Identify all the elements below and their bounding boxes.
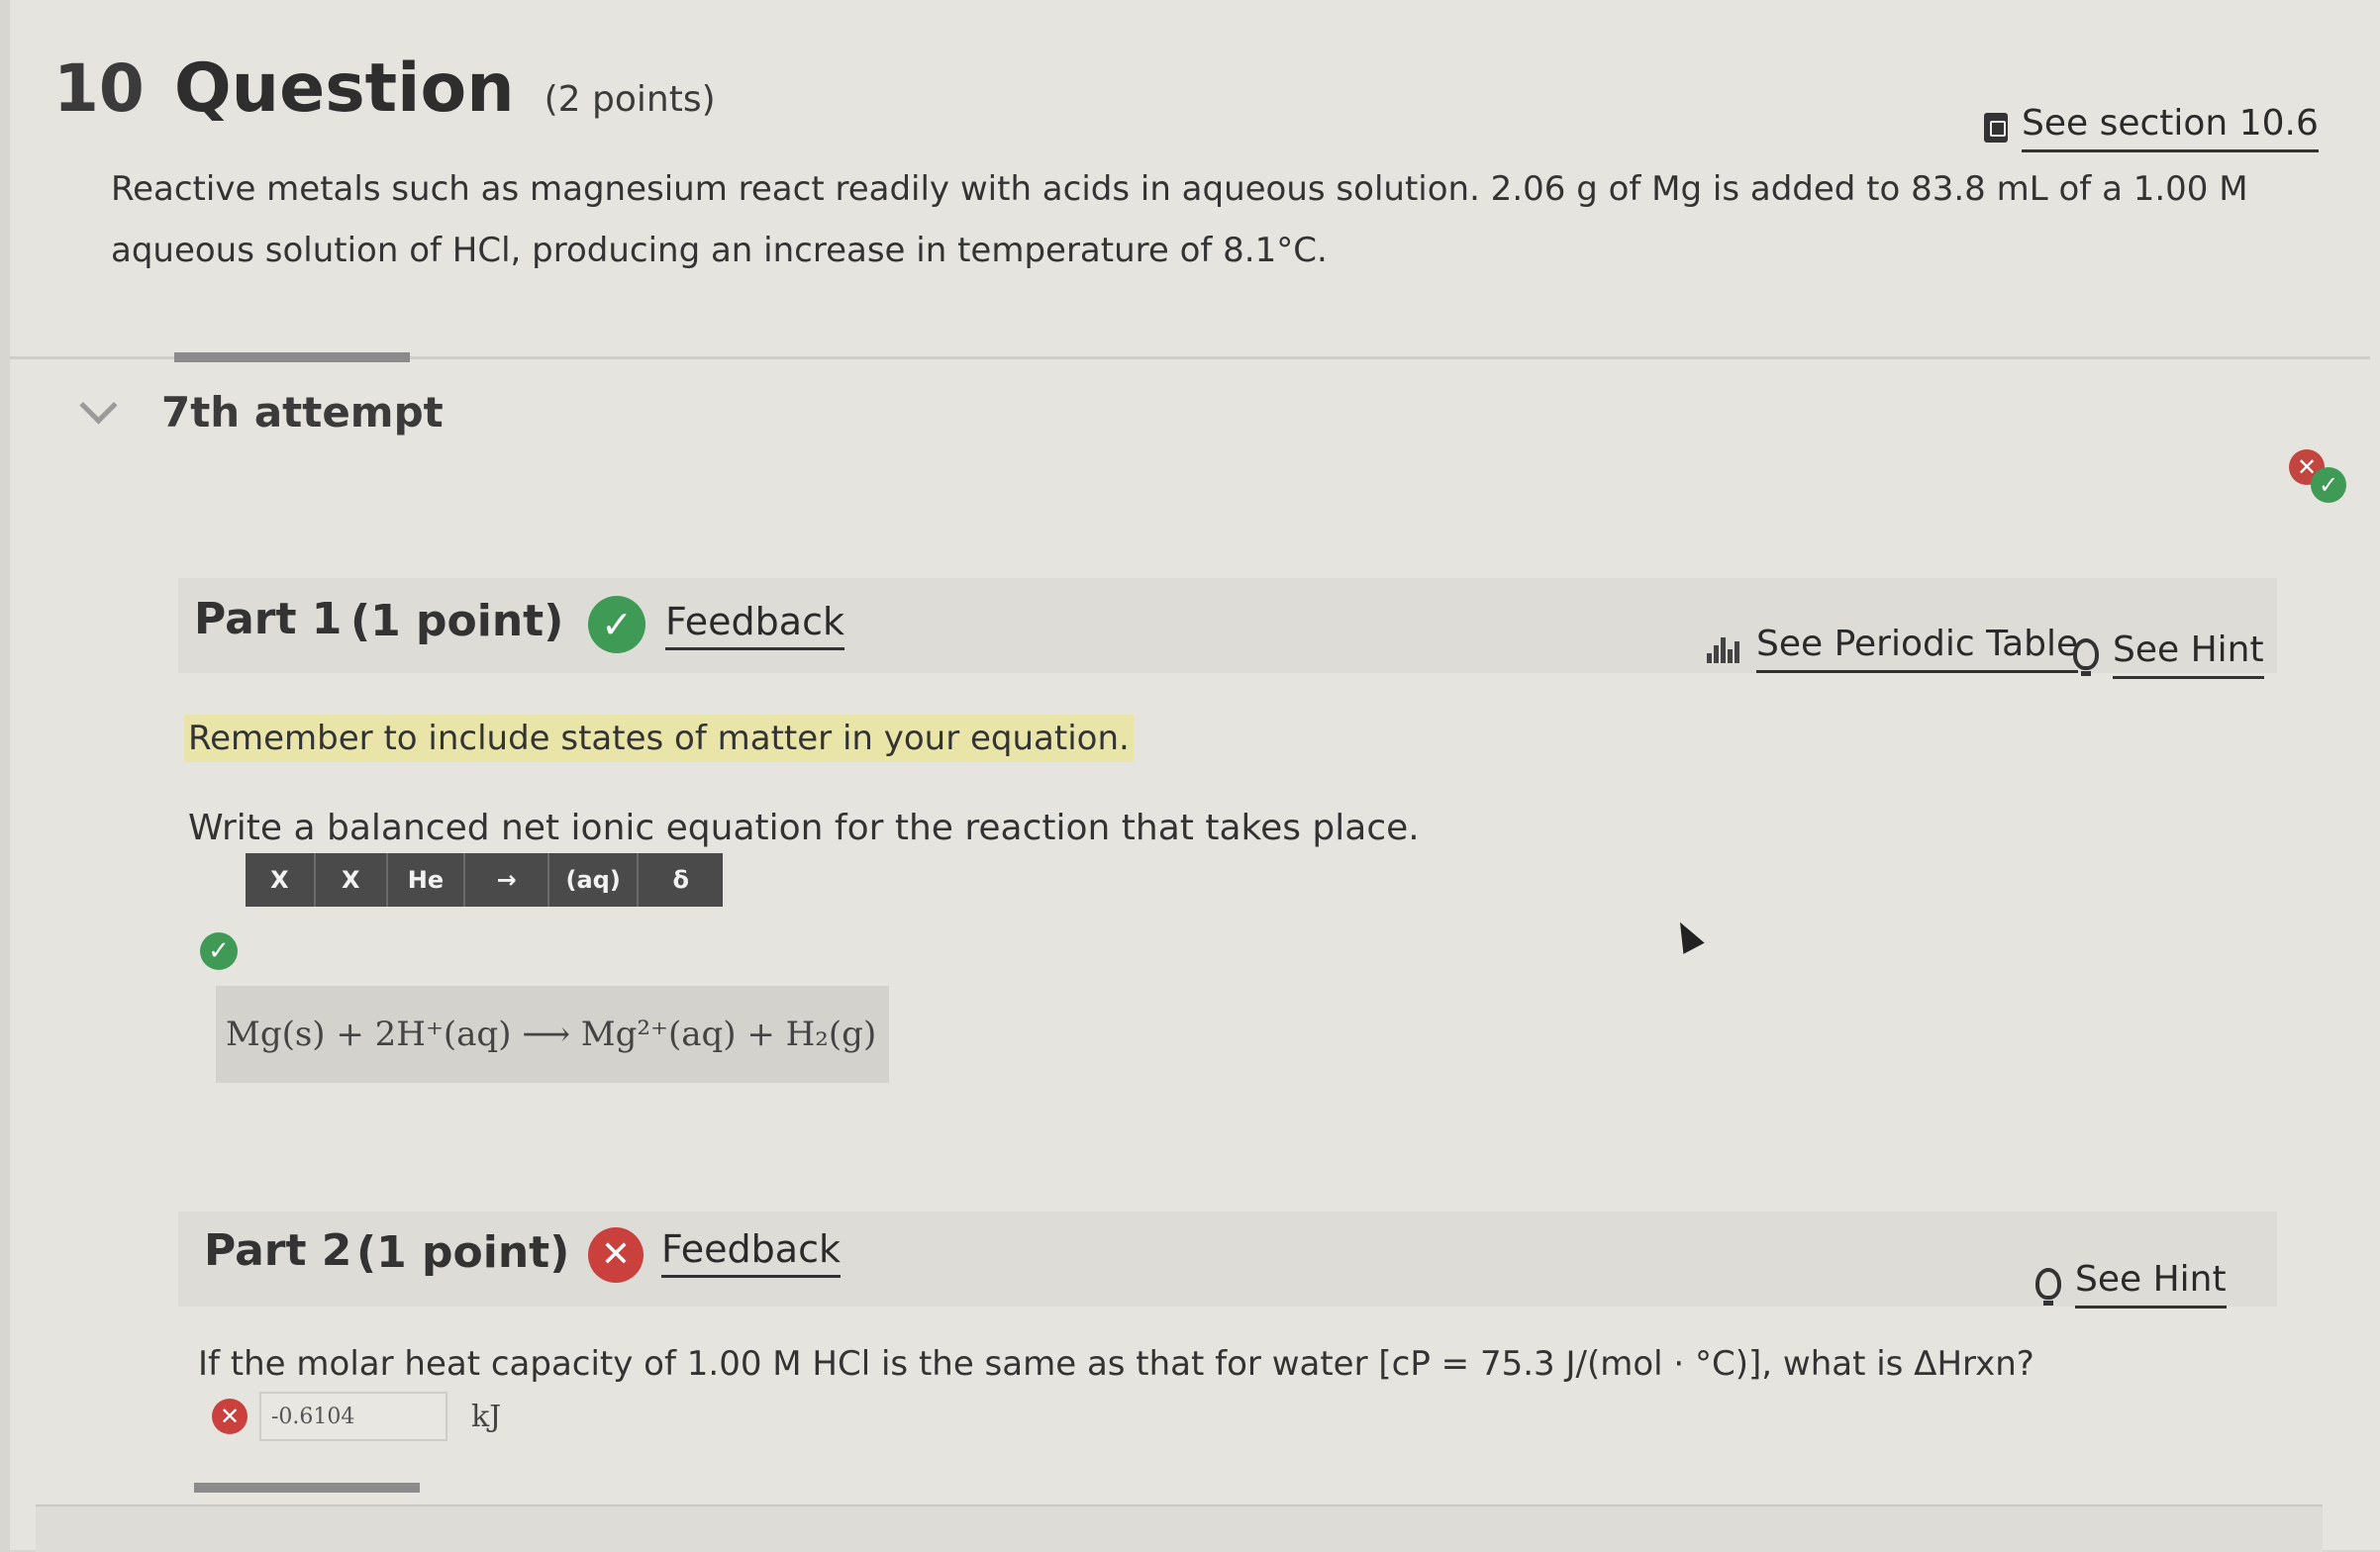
part2-see-hint-link[interactable]: See Hint bbox=[2035, 1259, 2227, 1309]
progress-accent bbox=[194, 1483, 420, 1493]
attempt-label: 7th attempt bbox=[161, 388, 444, 436]
state-aq-button[interactable]: (aq) bbox=[549, 853, 640, 907]
subscript-button[interactable]: X bbox=[316, 853, 388, 907]
question-header: 10 Question (2 points) bbox=[53, 49, 716, 128]
check-icon: ✓ bbox=[2311, 467, 2346, 503]
part1-points: (1 point) bbox=[350, 596, 564, 646]
x-icon: ✕ bbox=[212, 1399, 248, 1434]
see-section-link[interactable]: See section 10.6 bbox=[1984, 103, 2319, 152]
answer-row: ✕ kJ bbox=[212, 1392, 501, 1441]
chevron-down-icon bbox=[79, 386, 118, 425]
book-icon bbox=[1984, 113, 2008, 143]
question-text: Reactive metals such as magnesium react … bbox=[111, 169, 2248, 270]
lightbulb-icon bbox=[2073, 638, 2099, 676]
question-number: 10 bbox=[53, 50, 145, 127]
element-button[interactable]: He bbox=[388, 853, 466, 907]
attempt-toggle[interactable]: 7th attempt bbox=[79, 386, 444, 436]
part1-feedback-link[interactable]: Feedback bbox=[665, 600, 844, 650]
part1-prompt: Write a balanced net ionic equation for … bbox=[188, 808, 1420, 848]
next-section-edge bbox=[36, 1504, 2323, 1552]
check-icon: ✓ bbox=[200, 932, 238, 970]
see-periodic-table-link[interactable]: See Periodic Table bbox=[1707, 624, 2079, 673]
periodic-table-icon bbox=[1707, 633, 1742, 663]
check-icon: ✓ bbox=[588, 596, 645, 653]
hint-label: See Hint bbox=[2075, 1259, 2227, 1309]
unit-label: kJ bbox=[471, 1399, 502, 1434]
reminder-note: Remember to include states of matter in … bbox=[184, 715, 1134, 762]
superscript-button[interactable]: X bbox=[246, 853, 316, 907]
enthalpy-answer-input[interactable] bbox=[259, 1392, 447, 1441]
delta-button[interactable]: δ bbox=[639, 853, 723, 907]
hint-label: See Hint bbox=[2113, 630, 2264, 679]
question-title: Question bbox=[173, 49, 515, 128]
part2-feedback-link[interactable]: Feedback bbox=[661, 1227, 841, 1278]
part1-see-hint-link[interactable]: See Hint bbox=[2073, 630, 2264, 679]
part2-title: Part 2 bbox=[204, 1225, 352, 1276]
see-section-label: See section 10.6 bbox=[2022, 103, 2319, 152]
part2-points: (1 point) bbox=[356, 1227, 570, 1278]
progress-accent bbox=[174, 352, 410, 362]
attempt-status-icon: ✕ ✓ bbox=[2289, 449, 2346, 505]
part2-question: If the molar heat capacity of 1.00 M HCl… bbox=[198, 1344, 2034, 1384]
periodic-table-label: See Periodic Table bbox=[1756, 624, 2079, 673]
equation-answer-field[interactable]: Mg(s) + 2H⁺(aq) ⟶ Mg²⁺(aq) + H₂(g) bbox=[216, 986, 889, 1083]
question-points: (2 points) bbox=[544, 79, 716, 120]
lightbulb-icon bbox=[2035, 1268, 2061, 1306]
part1-title: Part 1 bbox=[194, 594, 343, 644]
equation-toolbar: X X He → (aq) δ bbox=[246, 853, 723, 907]
arrow-button[interactable]: → bbox=[465, 853, 549, 907]
x-icon: ✕ bbox=[588, 1227, 644, 1283]
